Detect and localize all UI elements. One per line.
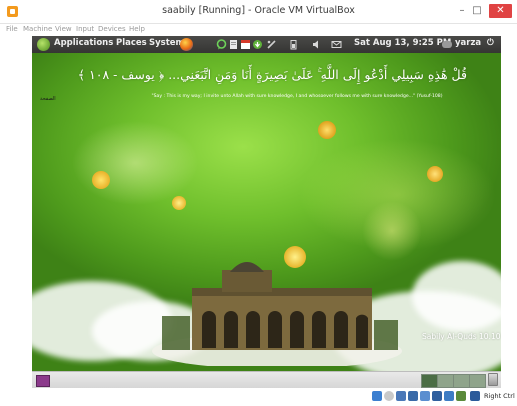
video-capture-icon[interactable] bbox=[444, 391, 454, 401]
close-button[interactable]: ✕ bbox=[489, 4, 512, 18]
quran-verse-arabic: قُلْ هَٰذِهِ سَبِيلِي أَدْعُو إِلَى اللَ… bbox=[77, 67, 467, 82]
trash-icon[interactable] bbox=[488, 373, 498, 386]
places-menu[interactable]: Places bbox=[116, 38, 147, 48]
screenshot-tool-icon[interactable] bbox=[266, 39, 277, 50]
menu-file[interactable]: File bbox=[6, 25, 18, 33]
optical-drive-icon[interactable] bbox=[384, 391, 394, 401]
bokeh-orb bbox=[92, 171, 110, 189]
clock[interactable]: Sat Aug 13, 9:25 PM bbox=[354, 38, 451, 48]
bokeh-orb bbox=[172, 196, 186, 210]
cloud bbox=[412, 261, 501, 331]
vbox-statusbar: Right Ctrl bbox=[0, 388, 517, 406]
firefox-launcher-icon[interactable] bbox=[180, 38, 193, 51]
menu-devices[interactable]: Devices bbox=[98, 25, 126, 33]
distro-brand: Sabily Al-Quds 10.10 bbox=[422, 332, 501, 341]
desktop-wallpaper bbox=[32, 51, 501, 371]
power-icon[interactable]: ⏻ bbox=[487, 38, 494, 48]
menu-input[interactable]: Input bbox=[76, 25, 94, 33]
menu-help[interactable]: Help bbox=[129, 25, 145, 33]
top-panel: Applications Places System Sat Aug 13, 9… bbox=[32, 36, 501, 53]
network-icon[interactable] bbox=[432, 391, 442, 401]
vbox-menubar: File Machine View Input Devices Help bbox=[0, 24, 517, 36]
applications-menu[interactable]: Applications bbox=[54, 38, 113, 48]
display-icon[interactable] bbox=[420, 391, 430, 401]
bokeh-orb bbox=[318, 121, 336, 139]
guest-display[interactable]: Applications Places System Sat Aug 13, 9… bbox=[32, 36, 501, 371]
volume-icon[interactable] bbox=[311, 39, 322, 50]
quran-verse-english: "Say : This is my way; I invite unto All… bbox=[151, 94, 443, 99]
hard-disk-icon[interactable] bbox=[372, 391, 382, 401]
show-desktop-button[interactable] bbox=[36, 375, 50, 387]
minimize-button[interactable]: – bbox=[456, 4, 468, 18]
vbox-titlebar: saabily [Running] - Oracle VM VirtualBox… bbox=[0, 0, 517, 24]
menu-machine[interactable]: Machine bbox=[23, 25, 52, 33]
workspace-4[interactable] bbox=[469, 374, 486, 388]
usb-icon[interactable] bbox=[396, 391, 406, 401]
mail-icon[interactable] bbox=[331, 39, 342, 50]
chat-icon[interactable] bbox=[216, 39, 227, 50]
window-title: saabily [Running] - Oracle VM VirtualBox bbox=[162, 5, 355, 16]
notes-icon[interactable] bbox=[228, 39, 239, 50]
mouse-integration-icon[interactable] bbox=[456, 391, 466, 401]
bottom-panel bbox=[32, 371, 501, 388]
menu-view[interactable]: View bbox=[55, 25, 72, 33]
host-key-icon[interactable] bbox=[470, 391, 480, 401]
host-key-label: Right Ctrl bbox=[484, 392, 515, 400]
workspace-1[interactable] bbox=[421, 374, 438, 388]
user-name[interactable]: yarza bbox=[455, 38, 481, 48]
calendar-icon[interactable] bbox=[240, 39, 251, 50]
update-icon[interactable] bbox=[252, 39, 263, 50]
shared-folders-icon[interactable] bbox=[408, 391, 418, 401]
workspace-2[interactable] bbox=[437, 374, 454, 388]
workspace-3[interactable] bbox=[453, 374, 470, 388]
mosque-illustration bbox=[152, 262, 402, 366]
battery-icon[interactable] bbox=[288, 39, 299, 50]
user-status-icon[interactable] bbox=[442, 40, 452, 49]
maximize-button[interactable]: □ bbox=[471, 4, 483, 18]
desktop-corner-label: الصفحة bbox=[40, 96, 56, 102]
bokeh-glow bbox=[362, 201, 422, 261]
ubuntu-logo-icon[interactable] bbox=[37, 38, 50, 51]
bokeh-orb bbox=[427, 166, 443, 182]
